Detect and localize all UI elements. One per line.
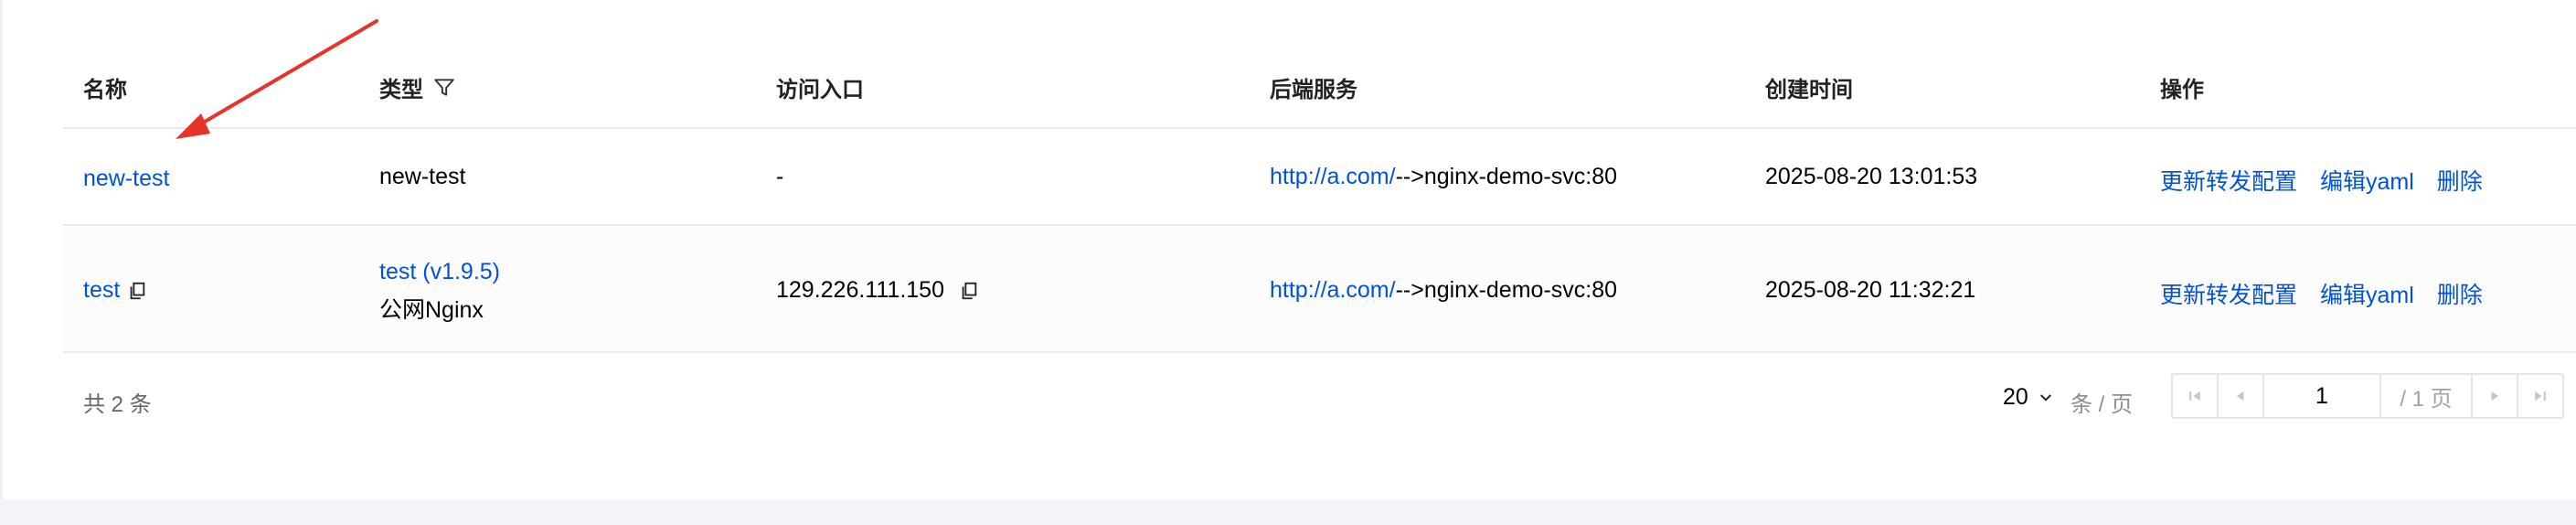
prev-page-icon [2236,391,2244,401]
backend-target: -->nginx-demo-svc:80 [1395,164,1618,189]
last-page-icon [2535,391,2546,401]
column-header-entry: 访问入口 [776,78,864,102]
ingress-class-subtitle: 公网Nginx [379,297,484,323]
ingress-entry: - [776,164,784,189]
ingress-entry-cell: 129.226.111.150 [776,277,979,304]
ingress-table: 名称 类型 访问入口 后端服务 创建时间 操作 new-test new-tes… [63,44,2576,353]
page-number-input[interactable]: 1 [2264,375,2381,417]
next-page-button[interactable] [2473,375,2518,417]
update-forwarding-button[interactable]: 更新转发配置 [2160,169,2297,195]
filter-icon[interactable] [432,76,456,100]
backend-host-link[interactable]: http://a.com/ [1270,164,1396,189]
row-actions: 更新转发配置 编辑yaml 删除 [2160,277,2499,310]
copy-icon[interactable] [127,281,147,301]
copy-icon[interactable] [959,281,979,301]
first-page-button[interactable] [2173,375,2219,417]
ingress-entry: 129.226.111.150 [776,277,944,303]
page-size-value: 20 [2003,384,2028,410]
column-header-type[interactable]: 类型 [379,71,456,103]
table-footer: 共 2 条 20 条 / 页 1 / 1 页 [63,373,2576,424]
per-page-label: 条 / 页 [2070,392,2134,417]
ingress-type: new-test [379,164,466,189]
chevron-down-icon [2039,393,2051,402]
ingress-name-link[interactable]: test [83,277,120,304]
delete-button[interactable]: 删除 [2437,283,2483,308]
table-row: test test (v1.9.5) 公网Nginx 129.226.111.1… [63,226,2576,353]
table-row: new-test new-test - http://a.com/-->ngin… [63,129,2576,226]
total-count: 共 2 条 [83,392,152,417]
first-page-icon [2189,391,2200,401]
row-actions: 更新转发配置 编辑yaml 删除 [2160,164,2499,197]
update-forwarding-button[interactable]: 更新转发配置 [2160,283,2297,308]
backend-service: http://a.com/-->nginx-demo-svc:80 [1270,164,1617,190]
column-header-name: 名称 [83,78,127,102]
backend-service: http://a.com/-->nginx-demo-svc:80 [1270,277,1617,304]
edit-yaml-button[interactable]: 编辑yaml [2320,169,2414,195]
last-page-button[interactable] [2518,375,2562,417]
table-panel: 名称 类型 访问入口 后端服务 创建时间 操作 new-test new-tes… [0,0,2576,499]
next-page-icon [2491,391,2499,401]
backend-target: -->nginx-demo-svc:80 [1395,277,1618,303]
edit-yaml-button[interactable]: 编辑yaml [2320,283,2414,308]
table-header: 名称 类型 访问入口 后端服务 创建时间 操作 [63,44,2576,129]
column-header-type-label: 类型 [379,78,423,102]
column-header-actions: 操作 [2160,78,2204,102]
backend-host-link[interactable]: http://a.com/ [1270,277,1396,303]
ingress-class-link[interactable]: test (v1.9.5) [379,259,500,285]
created-time: 2025-08-20 13:01:53 [1765,164,1978,189]
prev-page-button[interactable] [2219,375,2264,417]
ingress-name-cell: test [83,277,147,304]
ingress-name-link[interactable]: new-test [83,166,169,192]
column-header-backend: 后端服务 [1270,78,1357,102]
created-time: 2025-08-20 11:32:21 [1765,277,1976,303]
page-size-select[interactable]: 20 [2003,384,2054,411]
column-header-created: 创建时间 [1765,78,1853,102]
delete-button[interactable]: 删除 [2437,169,2483,195]
pagination: 1 / 1 页 [2171,373,2564,419]
total-pages: / 1 页 [2381,375,2473,417]
